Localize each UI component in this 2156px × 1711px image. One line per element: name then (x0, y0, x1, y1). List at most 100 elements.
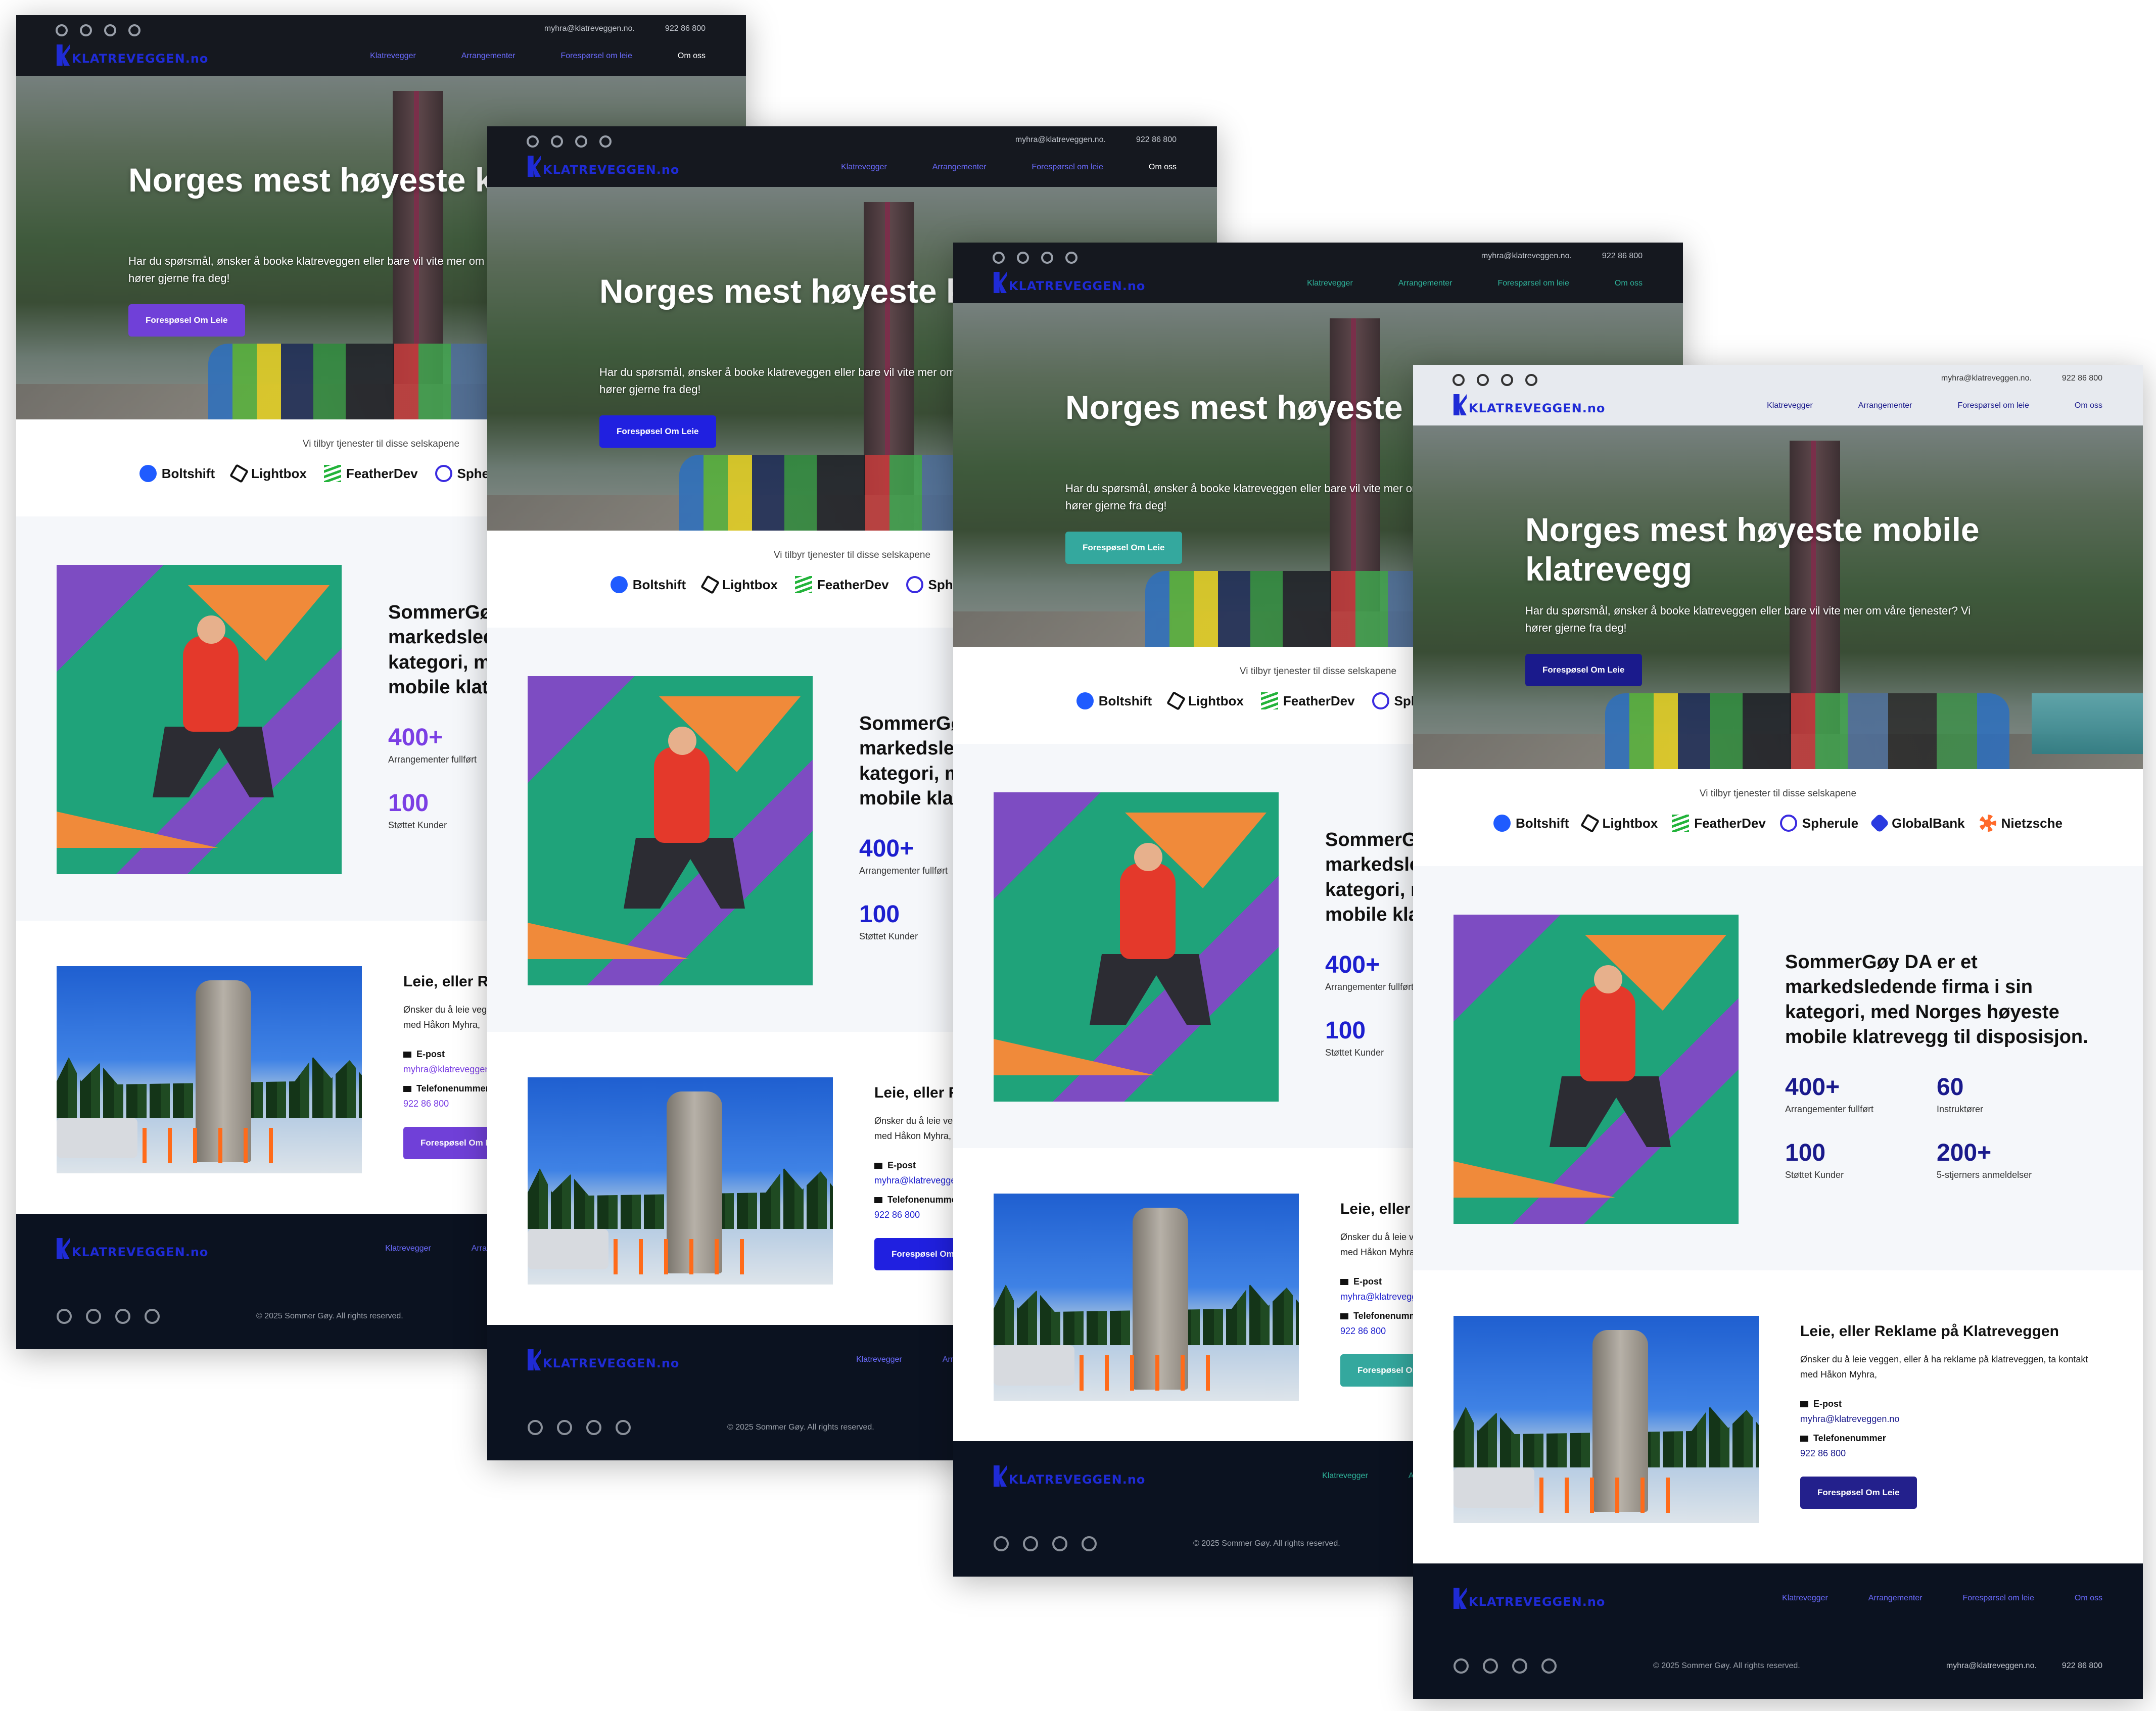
snapchat-icon[interactable] (994, 1536, 1009, 1551)
whatsapp-icon[interactable] (86, 1309, 101, 1324)
facebook-icon[interactable] (145, 1309, 160, 1324)
rent-phone[interactable]: 922 86 800 (1340, 1326, 1386, 1337)
phone-link[interactable]: 922 86 800 (2062, 374, 2102, 383)
facebook-icon[interactable] (599, 135, 612, 148)
email-link[interactable]: myhra@klatreveggen.no. (544, 24, 635, 33)
lightbox-icon (1580, 813, 1600, 833)
email-link[interactable]: myhra@klatreveggen.no. (1941, 374, 2032, 383)
rent-phone[interactable]: 922 86 800 (403, 1099, 449, 1109)
mail-icon (1340, 1279, 1348, 1285)
phone-link[interactable]: 922 86 800 (665, 24, 706, 33)
snapchat-icon[interactable] (527, 135, 539, 148)
nav-foresporsel[interactable]: Forespørsel om leie (1498, 279, 1569, 288)
footer-logo[interactable]: KLATREVEGGEN.no (528, 1349, 679, 1370)
rent-phone[interactable]: 922 86 800 (874, 1210, 920, 1220)
nav-klatrevegger[interactable]: Klatrevegger (1767, 401, 1813, 410)
nav-klatrevegger[interactable]: Klatrevegger (841, 163, 887, 172)
nav-arrangementer[interactable]: Arrangementer (932, 163, 987, 172)
nav-om-oss[interactable]: Om oss (1149, 163, 1177, 172)
footer-phone[interactable]: 922 86 800 (2062, 1661, 2102, 1671)
snapchat-icon[interactable] (56, 24, 68, 36)
facebook-icon[interactable] (1082, 1536, 1097, 1551)
phone-icon (1340, 1313, 1348, 1319)
facebook-icon[interactable] (1065, 252, 1077, 264)
instagram-icon[interactable] (575, 135, 587, 148)
whatsapp-icon[interactable] (80, 24, 92, 36)
rent-desc: Ønsker du å leie veggen, eller å ha rekl… (1800, 1354, 2088, 1380)
instagram-icon[interactable] (1041, 252, 1053, 264)
stat-number: 100 (388, 790, 429, 817)
snapchat-icon[interactable] (1452, 374, 1465, 386)
footer-nav-arrangementer[interactable]: Arrangementer (1868, 1594, 1923, 1603)
rent-cta-button[interactable]: Forespøsel Om Leie (1800, 1477, 1917, 1509)
whatsapp-icon[interactable] (551, 135, 563, 148)
footer-nav-klatrevegger[interactable]: Klatrevegger (385, 1244, 431, 1253)
nav-arrangementer[interactable]: Arrangementer (1398, 279, 1452, 288)
nav-klatrevegger[interactable]: Klatrevegger (1307, 279, 1353, 288)
nav-foresporsel[interactable]: Forespørsel om leie (561, 52, 632, 61)
showcase-stage: myhra@klatreveggen.no. 922 86 800 KLATREV… (0, 0, 2156, 1711)
footer-email[interactable]: myhra@klatreveggen.no. (1946, 1661, 2037, 1671)
nav-arrangementer[interactable]: Arrangementer (1858, 401, 1912, 410)
phone-link[interactable]: 922 86 800 (1602, 252, 1643, 261)
logo[interactable]: KLATREVEGGEN.no (1454, 394, 1605, 415)
nav-foresporsel[interactable]: Forespørsel om leie (1032, 163, 1103, 172)
phone-link[interactable]: 922 86 800 (1136, 135, 1177, 145)
spherule-icon (906, 576, 923, 593)
footer-nav-om-oss[interactable]: Om oss (2075, 1594, 2102, 1603)
rent-phone[interactable]: 922 86 800 (1800, 1448, 1846, 1459)
whatsapp-icon[interactable] (557, 1420, 572, 1435)
hero-cta-button[interactable]: Forespøsel Om Leie (1525, 654, 1642, 686)
stat-number: 400+ (388, 724, 443, 751)
nav-om-oss[interactable]: Om oss (1615, 279, 1643, 288)
hero-cta-button[interactable]: Forespøsel Om Leie (1065, 532, 1182, 564)
hero-cta-button[interactable]: Forespøsel Om Leie (128, 304, 245, 337)
logo[interactable]: KLATREVEGGEN.no (57, 44, 208, 66)
email-link[interactable]: myhra@klatreveggen.no. (1481, 252, 1572, 261)
logo[interactable]: KLATREVEGGEN.no (994, 272, 1145, 293)
snapchat-icon[interactable] (1454, 1658, 1469, 1674)
facebook-icon[interactable] (1525, 374, 1537, 386)
instagram-icon[interactable] (1512, 1658, 1527, 1674)
rent-email[interactable]: myhra@klatreveggen.no (1800, 1414, 1899, 1424)
facebook-icon[interactable] (1541, 1658, 1557, 1674)
instagram-icon[interactable] (115, 1309, 130, 1324)
nietzsche-icon (1979, 815, 1996, 832)
nav-om-oss[interactable]: Om oss (2075, 401, 2102, 410)
rent-title: Leie, eller Reklame på Klatreveggen (1800, 1323, 2059, 1340)
whatsapp-icon[interactable] (1477, 374, 1489, 386)
stat-number: 400+ (1785, 1074, 1840, 1101)
footer-logo[interactable]: KLATREVEGGEN.no (1454, 1588, 1605, 1609)
footer-logo[interactable]: KLATREVEGGEN.no (994, 1465, 1145, 1487)
hero-cta-button[interactable]: Forespøsel Om Leie (599, 415, 716, 448)
footer-logo[interactable]: KLATREVEGGEN.no (57, 1238, 208, 1259)
facebook-icon[interactable] (128, 24, 140, 36)
about-text: SommerGøy DA er et markedsledende firma … (1785, 952, 2088, 1048)
instagram-icon[interactable] (1052, 1536, 1067, 1551)
footer-nav-klatrevegger[interactable]: Klatrevegger (1782, 1594, 1828, 1603)
nav-foresporsel[interactable]: Forespørsel om leie (1958, 401, 2029, 410)
logo[interactable]: KLATREVEGGEN.no (528, 156, 679, 177)
email-link[interactable]: myhra@klatreveggen.no. (1015, 135, 1106, 145)
nav-klatrevegger[interactable]: Klatrevegger (370, 52, 416, 61)
nav-om-oss[interactable]: Om oss (678, 52, 706, 61)
footer-nav-klatrevegger[interactable]: Klatrevegger (1322, 1471, 1368, 1481)
stat-label: Arrangementer fullført (859, 866, 948, 876)
whatsapp-icon[interactable] (1483, 1658, 1498, 1674)
instagram-icon[interactable] (1501, 374, 1513, 386)
instagram-icon[interactable] (104, 24, 116, 36)
climber-photo (1454, 915, 1739, 1224)
nav-arrangementer[interactable]: Arrangementer (461, 52, 515, 61)
footer-nav-klatrevegger[interactable]: Klatrevegger (856, 1355, 902, 1364)
footer: KLATREVEGGEN.no Klatrevegger Arrangemente… (1413, 1563, 2143, 1699)
snapchat-icon[interactable] (993, 252, 1005, 264)
stat-label: Arrangementer fullført (1785, 1104, 1874, 1114)
brand-lightbox: Lightbox (1166, 691, 1244, 711)
instagram-icon[interactable] (586, 1420, 601, 1435)
footer-nav-foresporsel[interactable]: Forespørsel om leie (1963, 1594, 2034, 1603)
whatsapp-icon[interactable] (1017, 252, 1029, 264)
snapchat-icon[interactable] (57, 1309, 72, 1324)
snapchat-icon[interactable] (528, 1420, 543, 1435)
facebook-icon[interactable] (616, 1420, 631, 1435)
whatsapp-icon[interactable] (1023, 1536, 1038, 1551)
